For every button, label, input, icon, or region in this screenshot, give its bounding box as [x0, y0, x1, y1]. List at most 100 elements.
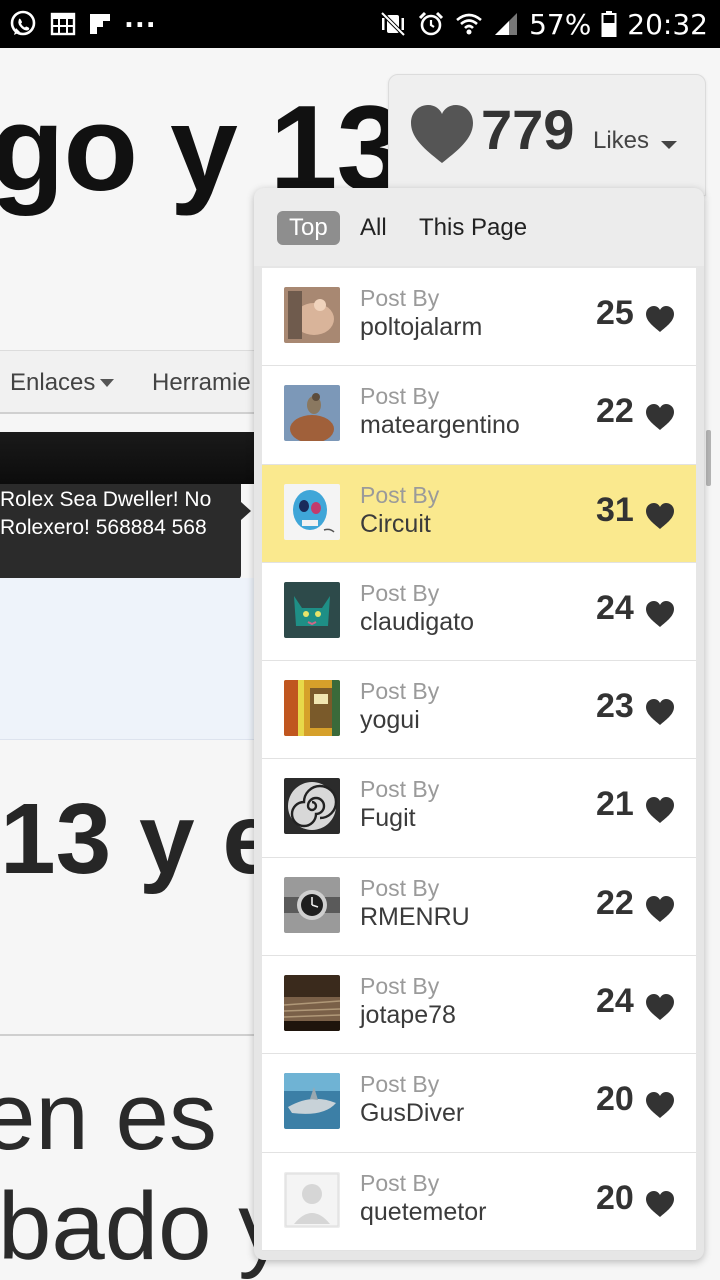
signal-icon	[495, 13, 518, 35]
avatar-skull-art-icon	[284, 483, 340, 540]
avatar-bird-icon	[284, 385, 340, 442]
heart-icon	[646, 1190, 674, 1217]
avatar-clock-art-icon	[284, 680, 340, 737]
likes-count: 779	[481, 98, 575, 161]
tooltip-line-1: Rolex Sea Dweller! No	[0, 488, 212, 511]
post-by-label: Post By	[360, 383, 440, 410]
username-link[interactable]: Fugit	[360, 804, 416, 833]
username-link[interactable]: jotape78	[360, 1001, 456, 1030]
post-by-label: Post By	[360, 285, 440, 311]
background-heading-2: 13 y e	[0, 783, 279, 895]
tab-all[interactable]: All	[360, 211, 387, 245]
list-item[interactable]: Post By RMENRU 22	[262, 857, 696, 957]
calendar-grid-icon	[50, 12, 76, 36]
heart-icon	[646, 895, 674, 922]
background-dark-header	[0, 432, 260, 484]
chevron-down-icon	[100, 379, 115, 387]
background-text-line-2: bado y	[0, 1173, 287, 1280]
mute-vibrate-icon	[380, 11, 406, 37]
list-item[interactable]: Post By Fugit 21	[262, 759, 696, 858]
like-count: 20	[596, 1080, 634, 1119]
list-item[interactable]: Post By quetemetor 20	[262, 1152, 696, 1251]
heart-icon	[646, 699, 674, 726]
nav-enlaces-label: Enlaces	[10, 369, 96, 396]
avatar-hand-icon	[284, 287, 340, 343]
battery-icon	[601, 11, 617, 37]
post-by-label: Post By	[360, 678, 440, 705]
post-by-label: Post By	[360, 1071, 440, 1098]
like-count: 24	[596, 982, 634, 1021]
post-by-label: Post By	[360, 776, 440, 803]
heart-icon	[646, 797, 674, 824]
heart-icon	[646, 404, 674, 431]
like-count: 24	[596, 588, 634, 627]
like-count: 23	[596, 687, 634, 726]
post-by-label: Post By	[360, 481, 440, 508]
clock-time: 20:32	[627, 7, 708, 41]
likes-button[interactable]: 779 Likes	[388, 74, 706, 196]
list-item[interactable]: Post By mateargentino 22	[262, 366, 696, 465]
chevron-down-icon	[661, 141, 677, 149]
username-link[interactable]: quetemetor	[360, 1198, 486, 1227]
battery-percent: 57%	[529, 7, 592, 41]
heart-icon	[646, 600, 674, 627]
like-count: 21	[596, 785, 634, 824]
username-link[interactable]: claudigato	[360, 608, 474, 637]
background-content-box	[0, 578, 260, 740]
like-count: 22	[596, 392, 634, 431]
alarm-icon	[419, 11, 444, 36]
heart-icon	[646, 1092, 674, 1119]
list-item[interactable]: Post By poltojalarm 25	[262, 268, 696, 367]
like-count: 25	[596, 294, 634, 332]
tab-this-page[interactable]: This Page	[419, 211, 527, 245]
avatar-shark-icon	[284, 1073, 340, 1130]
post-by-label: Post By	[360, 973, 440, 1000]
background-tooltip: Rolex Sea Dweller! No Rolexero! 568884 5…	[0, 484, 241, 579]
username-link[interactable]: mateargentino	[360, 411, 520, 440]
likes-dropdown-panel: Top All This Page Post By poltojalarm 25	[254, 188, 704, 1260]
likes-tabs: Top All This Page	[254, 188, 704, 266]
status-bar-left: ...	[8, 4, 157, 40]
avatar-default-user-icon	[284, 1171, 340, 1228]
background-nav-bar: Enlaces Herramie	[0, 350, 260, 414]
whatsapp-icon	[10, 10, 36, 36]
avatar-dark-scene-icon	[284, 975, 340, 1032]
flipboard-icon	[90, 14, 110, 34]
list-item[interactable]: Post By yogui 23	[262, 661, 696, 760]
list-item[interactable]: Post By jotape78 24	[262, 956, 696, 1055]
tab-top[interactable]: Top	[277, 211, 340, 245]
avatar-spiral-clock-icon	[284, 778, 340, 835]
list-item[interactable]: Post By claudigato 24	[262, 562, 696, 662]
username-link[interactable]: yogui	[360, 706, 420, 735]
nav-enlaces-menu[interactable]: Enlaces	[10, 369, 115, 397]
username-link[interactable]: RMENRU	[360, 903, 470, 932]
like-count: 31	[596, 490, 634, 529]
like-count: 20	[596, 1178, 634, 1217]
status-bar: ... 57% 20:32	[0, 0, 720, 48]
likes-label: Likes	[593, 127, 650, 154]
like-count: 22	[596, 883, 634, 922]
heart-icon	[646, 306, 674, 332]
tooltip-pointer	[241, 502, 251, 520]
background-divider	[0, 1034, 260, 1036]
username-link[interactable]: poltojalarm	[360, 313, 482, 342]
more-notifications: ...	[124, 4, 157, 34]
heart-icon	[646, 502, 674, 529]
page-scrollbar[interactable]	[706, 430, 711, 486]
post-by-label: Post By	[360, 579, 440, 606]
username-link[interactable]: Circuit	[360, 510, 431, 539]
heart-icon	[646, 994, 674, 1021]
nav-herramientas-menu[interactable]: Herramie	[152, 369, 251, 397]
avatar-cat-icon	[284, 581, 340, 638]
post-by-label: Post By	[360, 874, 440, 901]
list-item[interactable]: Post By GusDiver 20	[262, 1054, 696, 1153]
heart-icon	[411, 105, 473, 163]
likes-list: Post By poltojalarm 25 Post By mateargen…	[262, 268, 696, 1251]
list-item-highlighted[interactable]: Post By Circuit 31	[262, 464, 696, 563]
wifi-icon	[456, 13, 482, 35]
post-by-label: Post By	[360, 1169, 440, 1196]
background-text-line-1: en es	[0, 1063, 217, 1170]
avatar-watch-icon	[284, 876, 340, 933]
tooltip-line-2: Rolexero! 568884 568	[0, 516, 207, 539]
username-link[interactable]: GusDiver	[360, 1099, 464, 1128]
